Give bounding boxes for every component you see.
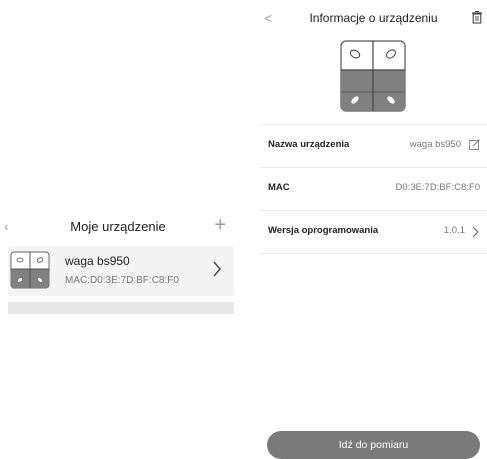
my-device-header: ‹ Moje urządzenie + bbox=[0, 212, 236, 242]
divider bbox=[260, 253, 487, 254]
device-name-label: Nazwa urządzenia bbox=[268, 139, 350, 150]
chevron-right-icon bbox=[213, 261, 221, 277]
divider bbox=[260, 124, 487, 125]
device-name-row[interactable]: Nazwa urządzenia waga bs950 bbox=[260, 127, 487, 167]
page-title: Informacje o urządzeniu bbox=[309, 11, 438, 25]
firmware-value: 1.0.1 bbox=[443, 225, 465, 236]
device-name: waga bs950 bbox=[65, 254, 130, 268]
chevron-right-icon bbox=[472, 226, 479, 238]
firmware-row[interactable]: Wersja oprogramowania 1.0.1 bbox=[260, 213, 487, 253]
mac-row: MAC D0:3E:7D:BF:C8:F0 bbox=[260, 170, 487, 210]
scale-icon bbox=[10, 251, 50, 289]
page-title: Moje urządzenie bbox=[70, 219, 166, 234]
device-info-screen: < Informacje o urządzeniu Nazwa urządzen… bbox=[260, 0, 487, 459]
device-name-value: waga bs950 bbox=[409, 139, 461, 150]
scale-icon bbox=[340, 40, 406, 112]
device-mac: MAC:D0:3E:7D:BF:C8:F0 bbox=[65, 275, 179, 286]
mac-label: MAC bbox=[268, 182, 290, 193]
divider bbox=[260, 210, 487, 211]
divider-bar bbox=[8, 302, 234, 314]
device-info-header: < Informacje o urządzeniu bbox=[260, 0, 487, 36]
my-device-screen: ‹ Moje urządzenie + waga bs950 MAC:D0:3E… bbox=[0, 0, 236, 459]
edit-icon[interactable] bbox=[469, 139, 480, 150]
device-list-item[interactable]: waga bs950 MAC:D0:3E:7D:BF:C8:F0 bbox=[8, 246, 234, 296]
plus-icon[interactable]: + bbox=[214, 214, 226, 236]
divider bbox=[260, 167, 487, 168]
go-to-measurement-button[interactable]: Idź do pomiaru bbox=[267, 431, 480, 459]
firmware-label: Wersja oprogramowania bbox=[268, 225, 379, 236]
trash-icon[interactable] bbox=[471, 11, 483, 24]
mac-value: D0:3E:7D:BF:C8:F0 bbox=[395, 182, 480, 193]
